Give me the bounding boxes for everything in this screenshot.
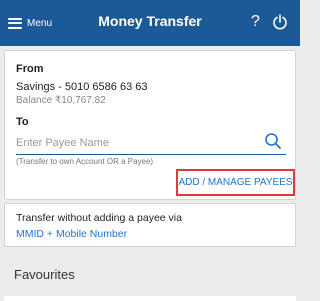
account-balance: Balance ₹10,767.82: [16, 95, 106, 106]
from-account[interactable]: Savings - 5010 6586 63 63: [16, 81, 148, 93]
power-icon[interactable]: [272, 14, 288, 30]
quick-transfer-card: Transfer without adding a payee via MMID…: [4, 203, 296, 247]
transfer-form-card: From Savings - 5010 6586 63 63 Balance ₹…: [4, 50, 296, 200]
quick-transfer-text: Transfer without adding a payee via: [16, 212, 182, 224]
from-label: From: [16, 63, 44, 75]
search-icon[interactable]: [264, 132, 282, 150]
input-underline: [16, 154, 286, 155]
favourites-title: Favourites: [14, 267, 75, 282]
add-manage-payees-button[interactable]: ADD / MANAGE PAYEES: [176, 169, 295, 196]
favourites-section: Favourites: [0, 255, 300, 301]
favourites-list: [4, 296, 296, 301]
app-header: Menu Money Transfer ?: [0, 0, 300, 46]
help-icon[interactable]: ?: [251, 13, 260, 31]
to-label: To: [16, 116, 29, 128]
payee-search-input[interactable]: [16, 134, 256, 152]
mmid-mobile-link[interactable]: MMID + Mobile Number: [16, 228, 127, 240]
payee-hint: (Transfer to own Account OR a Payee): [16, 157, 154, 166]
